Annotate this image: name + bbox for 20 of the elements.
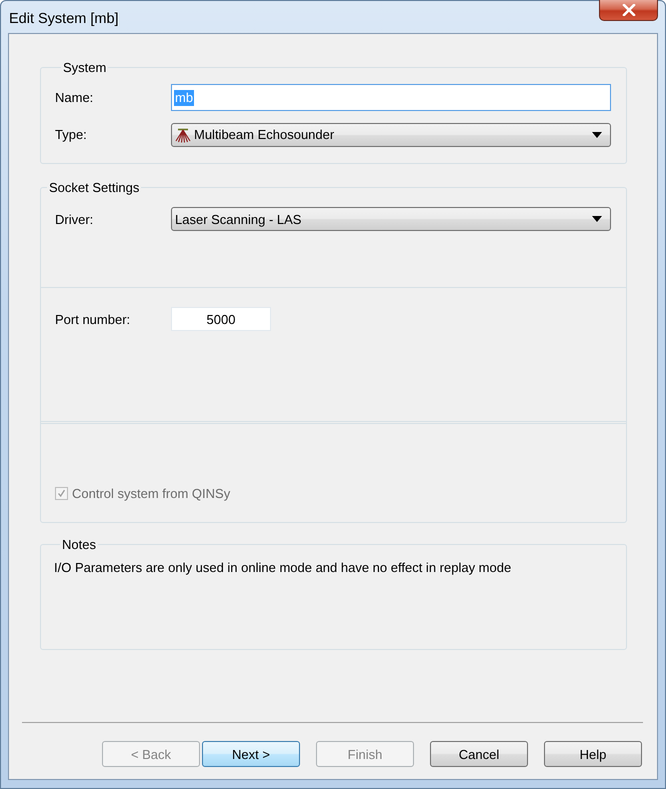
type-dropdown[interactable]: Multibeam Echosounder	[171, 122, 611, 146]
help-button[interactable]: Help	[544, 741, 642, 767]
port-number-label: Port number:	[55, 312, 132, 326]
type-label: Type:	[55, 127, 88, 142]
close-icon	[622, 4, 636, 16]
group-title: System	[62, 60, 108, 75]
caret-icon	[592, 132, 602, 138]
driver-label: Driver:	[55, 212, 94, 226]
caret-icon	[592, 216, 602, 222]
window-title: Edit System [mb]	[9, 10, 119, 28]
group-title: Notes	[61, 537, 97, 552]
driver-dropdown[interactable]: Laser Scanning - LAS	[171, 207, 611, 231]
group-title: Socket Settings	[48, 180, 140, 195]
port-number-field[interactable]: 5000	[171, 307, 271, 331]
close-button[interactable]	[599, 0, 658, 21]
name-label: Name:	[55, 90, 94, 105]
cancel-button[interactable]: Cancel	[430, 741, 528, 767]
notes-text: I/O Parameters are only used in online mode and have no effect in replay mode	[54, 560, 512, 575]
fan-icon	[175, 126, 191, 142]
next-button[interactable]: Next >	[202, 741, 300, 767]
